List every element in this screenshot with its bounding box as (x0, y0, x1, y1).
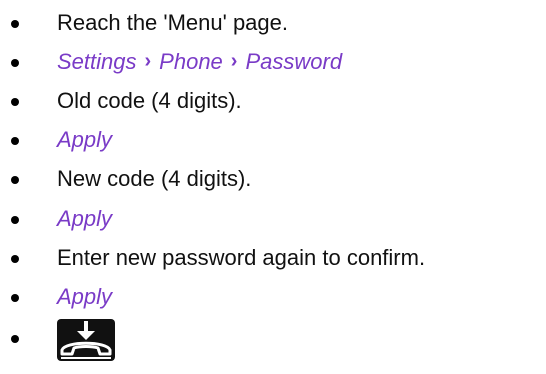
bullet (11, 215, 19, 224)
apply-action[interactable]: Apply (57, 129, 112, 151)
menu-item-phone[interactable]: Phone (159, 50, 223, 73)
step-apply-2: Apply (0, 199, 546, 238)
menu-item-settings[interactable]: Settings (57, 50, 137, 73)
bullet (11, 137, 19, 146)
step-apply-1: Apply (0, 121, 546, 160)
step-text: Enter new password again to confirm. (57, 244, 426, 270)
bullet (11, 334, 19, 343)
apply-action[interactable]: Apply (57, 207, 112, 230)
chevron-right-icon: › (144, 49, 152, 72)
step-text: New code (4 digits). (57, 166, 252, 192)
bullet (11, 58, 19, 67)
step-menu-path: Settings › Phone › Password (0, 42, 546, 81)
step-text: Reach the 'Menu' page. (57, 9, 288, 35)
bullet (11, 97, 19, 106)
bullet (11, 293, 19, 302)
apply-action[interactable]: Apply (57, 285, 112, 308)
chevron-right-icon: › (230, 49, 238, 72)
step-new-code: New code (4 digits). (0, 160, 546, 199)
hang-up-key-icon[interactable] (57, 318, 115, 361)
step-old-code: Old code (4 digits). (0, 81, 546, 120)
step-apply-3: Apply (0, 277, 546, 316)
step-text: Old code (4 digits). (57, 87, 242, 113)
bullet (11, 19, 19, 28)
instruction-list: Reach the 'Menu' page. Settings › Phone … (0, 3, 546, 361)
menu-item-password[interactable]: Password (245, 50, 342, 73)
step-hang-up (0, 317, 546, 361)
step-reach-menu: Reach the 'Menu' page. (0, 3, 546, 42)
bullet (11, 254, 19, 263)
bullet (11, 176, 19, 185)
step-confirm-password: Enter new password again to confirm. (0, 238, 546, 277)
